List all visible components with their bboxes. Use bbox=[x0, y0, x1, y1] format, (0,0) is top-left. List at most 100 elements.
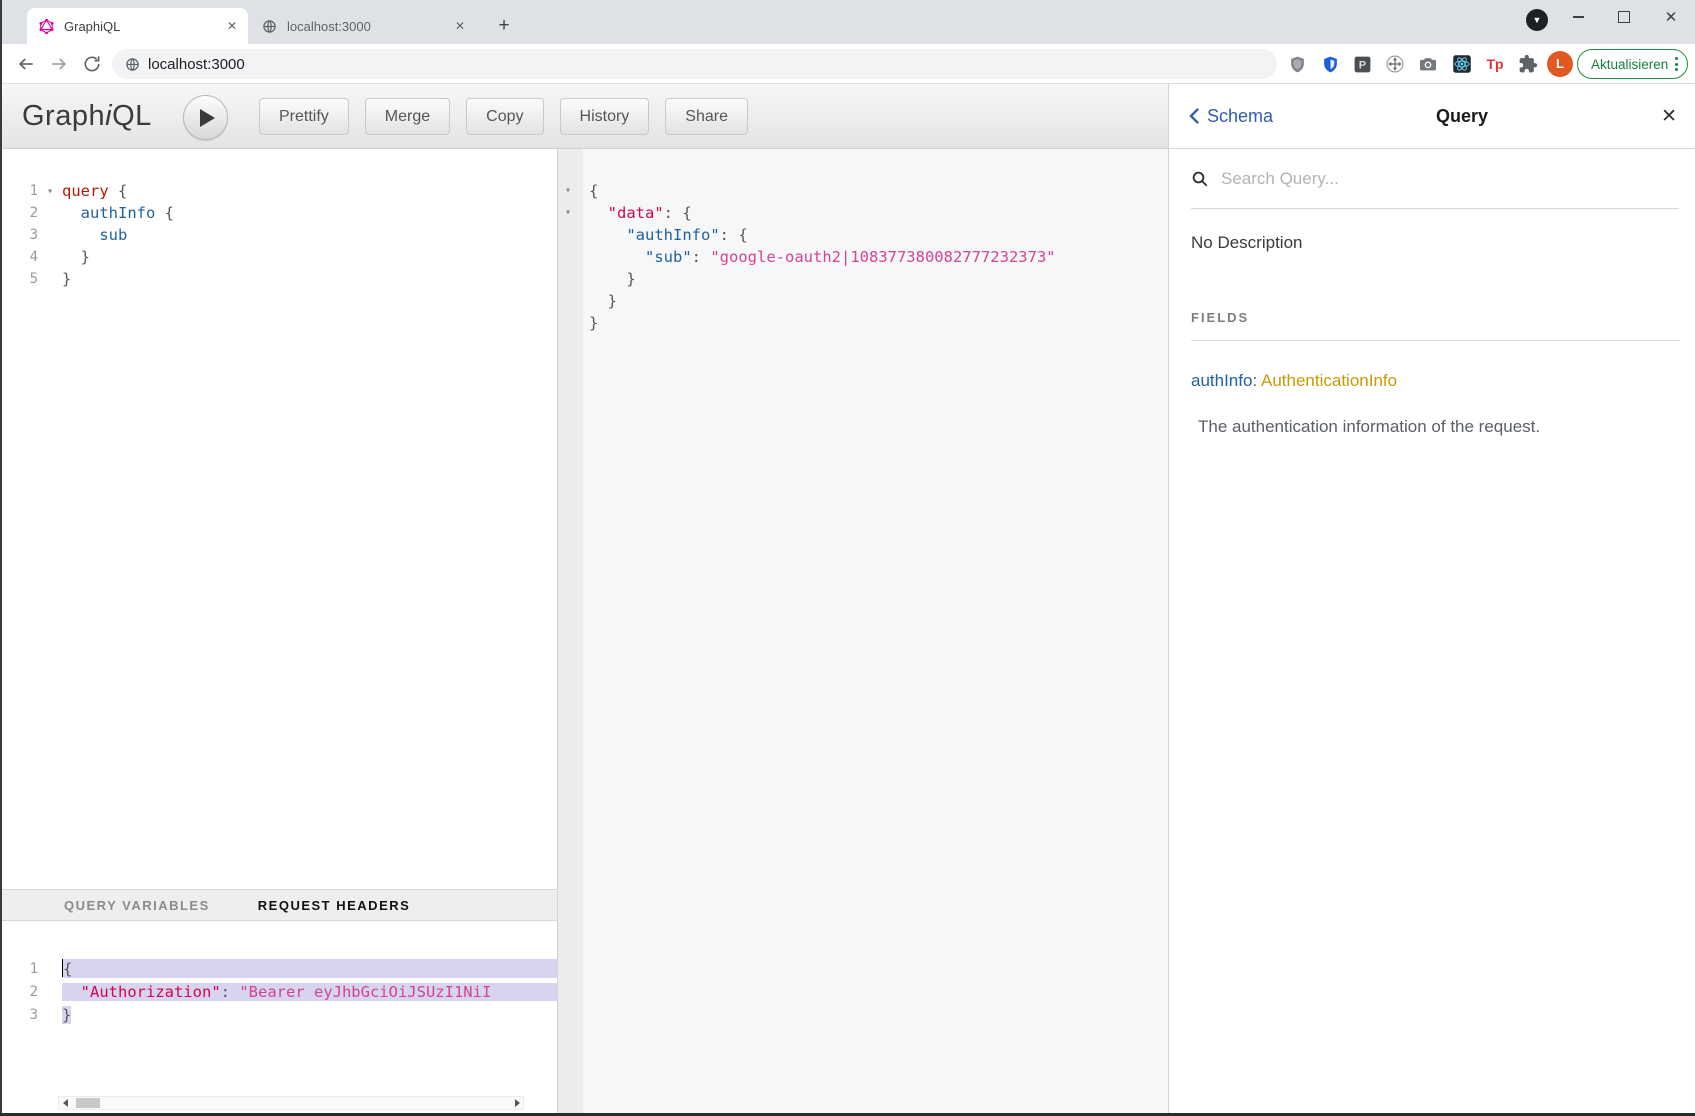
toolbar-button-prettify[interactable]: Prettify bbox=[259, 98, 349, 135]
line-number: 5 bbox=[0, 271, 38, 287]
site-info-globe-icon[interactable] bbox=[125, 57, 140, 72]
scroll-right-arrow-icon[interactable] bbox=[511, 1097, 523, 1109]
code-token: } bbox=[589, 270, 636, 288]
browser-tab-graphiql[interactable]: GraphiQL ✕ bbox=[27, 8, 248, 44]
line-number: 4 bbox=[0, 249, 38, 265]
request-headers-editor[interactable]: 1{2 "Authorization": "Bearer eyJhbGciOiJ… bbox=[0, 921, 557, 1113]
toolbar-button-share[interactable]: Share bbox=[665, 98, 748, 135]
code-token: } bbox=[589, 314, 598, 332]
maximize-button[interactable] bbox=[1601, 0, 1647, 34]
p-badge-extension-icon[interactable]: P bbox=[1351, 53, 1373, 75]
move-crosshair-extension-icon[interactable] bbox=[1384, 53, 1406, 75]
back-icon[interactable] bbox=[16, 54, 36, 74]
code-token: : bbox=[664, 204, 683, 222]
doc-title: Query bbox=[1273, 106, 1661, 127]
doc-field-row: authInfo: AuthenticationInfo bbox=[1191, 371, 1397, 391]
doc-close-icon[interactable]: ✕ bbox=[1661, 105, 1677, 128]
graphql-favicon-icon bbox=[39, 19, 54, 34]
code-text: sub bbox=[62, 226, 557, 244]
react-devtools-extension-icon[interactable] bbox=[1451, 53, 1473, 75]
scroll-left-arrow-icon[interactable] bbox=[59, 1097, 71, 1109]
execute-query-button[interactable] bbox=[183, 95, 228, 140]
line-number: 2 bbox=[0, 205, 38, 221]
reload-icon[interactable] bbox=[82, 54, 102, 74]
code-token: { bbox=[63, 960, 72, 978]
tab-close-icon[interactable]: ✕ bbox=[224, 18, 240, 34]
doc-search-row bbox=[1169, 149, 1695, 209]
code-text: "Authorization": "Bearer eyJhbGciOiJSUzI… bbox=[62, 983, 557, 1001]
scrollbar-thumb[interactable] bbox=[76, 1098, 100, 1108]
horizontal-scrollbar[interactable] bbox=[58, 1096, 524, 1110]
result-viewer: ▾ { ▾ "data": { "authInfo": { "sub": "goog… bbox=[558, 149, 1168, 334]
code-line: 4 } bbox=[0, 246, 557, 268]
doc-back-link[interactable]: Schema bbox=[1189, 106, 1273, 127]
code-token: : bbox=[720, 226, 739, 244]
toolbar-button-merge[interactable]: Merge bbox=[365, 98, 450, 135]
chrome-update-button[interactable]: Aktualisieren bbox=[1577, 49, 1688, 79]
tp-badge-extension-icon[interactable]: Tp bbox=[1484, 53, 1506, 75]
tab-request-headers[interactable]: REQUEST HEADERS bbox=[258, 898, 411, 913]
code-token: { bbox=[738, 226, 747, 244]
code-token: { bbox=[155, 204, 174, 222]
forward-icon[interactable] bbox=[49, 54, 69, 74]
bitwarden-extension-icon[interactable] bbox=[1319, 53, 1341, 75]
browser-update-caret-icon[interactable]: ▼ bbox=[1526, 9, 1548, 31]
graphiql-topbar: GraphiQL Prettify Merge Copy History Share bbox=[0, 84, 1168, 149]
code-text: "authInfo": { bbox=[589, 226, 1168, 244]
chrome-menu-dots-icon[interactable] bbox=[1675, 57, 1678, 71]
window-left-edge bbox=[0, 0, 2, 1116]
code-token: sub bbox=[99, 226, 127, 244]
tp-badge-label: Tp bbox=[1486, 56, 1503, 72]
line-number: 3 bbox=[0, 227, 38, 243]
search-icon bbox=[1191, 170, 1209, 188]
camera-extension-icon[interactable] bbox=[1417, 53, 1439, 75]
toolbar-button-history[interactable]: History bbox=[560, 98, 650, 135]
line-number: 2 bbox=[0, 984, 38, 1000]
code-line: "authInfo": { bbox=[558, 224, 1168, 246]
fold-arrow-icon[interactable]: ▾ bbox=[38, 186, 62, 197]
new-tab-button[interactable]: + bbox=[492, 14, 516, 38]
code-line: 5} bbox=[0, 268, 557, 290]
code-text: { bbox=[589, 182, 1168, 200]
svg-text:P: P bbox=[1358, 59, 1366, 71]
code-token: { bbox=[682, 204, 691, 222]
code-token: { bbox=[109, 182, 128, 200]
code-token bbox=[589, 204, 608, 222]
code-token: } bbox=[62, 248, 90, 266]
url-text: localhost:3000 bbox=[148, 56, 245, 73]
doc-back-label: Schema bbox=[1207, 106, 1273, 127]
query-editor[interactable]: 1▾query {2 authInfo {3 sub4 }5} bbox=[0, 149, 557, 824]
toolbar-button-copy[interactable]: Copy bbox=[466, 98, 543, 135]
address-bar[interactable]: localhost:3000 bbox=[112, 49, 1277, 79]
code-text: query { bbox=[62, 182, 557, 200]
line-number: 3 bbox=[0, 1007, 38, 1023]
code-text: "sub": "google-oauth2|108377380082777232… bbox=[589, 248, 1168, 266]
play-icon bbox=[200, 109, 215, 127]
code-token: : bbox=[221, 983, 240, 1001]
fold-arrow-icon[interactable]: ▾ bbox=[565, 207, 571, 218]
doc-field-type-link[interactable]: AuthenticationInfo bbox=[1261, 371, 1397, 390]
code-line: 3} bbox=[0, 1003, 557, 1026]
code-token: } bbox=[62, 270, 71, 288]
minimize-button[interactable] bbox=[1555, 0, 1601, 34]
code-line: 1▾query { bbox=[0, 180, 557, 202]
secondary-editor-tabs: QUERY VARIABLES REQUEST HEADERS bbox=[0, 889, 557, 921]
browser-tab-strip: GraphiQL ✕ localhost:3000 ✕ + ▼ ✕ bbox=[0, 0, 1695, 44]
fold-arrow-icon[interactable]: ▾ bbox=[565, 185, 571, 196]
code-token: "data" bbox=[608, 204, 664, 222]
code-text: } bbox=[62, 248, 557, 266]
code-line: 3 sub bbox=[0, 224, 557, 246]
globe-favicon-icon bbox=[262, 19, 277, 34]
tab-close-icon[interactable]: ✕ bbox=[452, 18, 468, 34]
code-text: } bbox=[62, 270, 557, 288]
code-text: } bbox=[589, 292, 1168, 310]
graphiql-logo: GraphiQL bbox=[22, 84, 152, 148]
ublock-extension-icon[interactable] bbox=[1286, 53, 1308, 75]
doc-field-name-link[interactable]: authInfo bbox=[1191, 371, 1252, 390]
window-close-button[interactable]: ✕ bbox=[1648, 0, 1694, 34]
tab-query-variables[interactable]: QUERY VARIABLES bbox=[64, 898, 210, 913]
extensions-puzzle-icon[interactable] bbox=[1517, 53, 1539, 75]
profile-avatar[interactable]: L bbox=[1547, 51, 1573, 77]
browser-tab-localhost[interactable]: localhost:3000 ✕ bbox=[250, 8, 476, 44]
doc-search-input[interactable] bbox=[1219, 168, 1679, 190]
